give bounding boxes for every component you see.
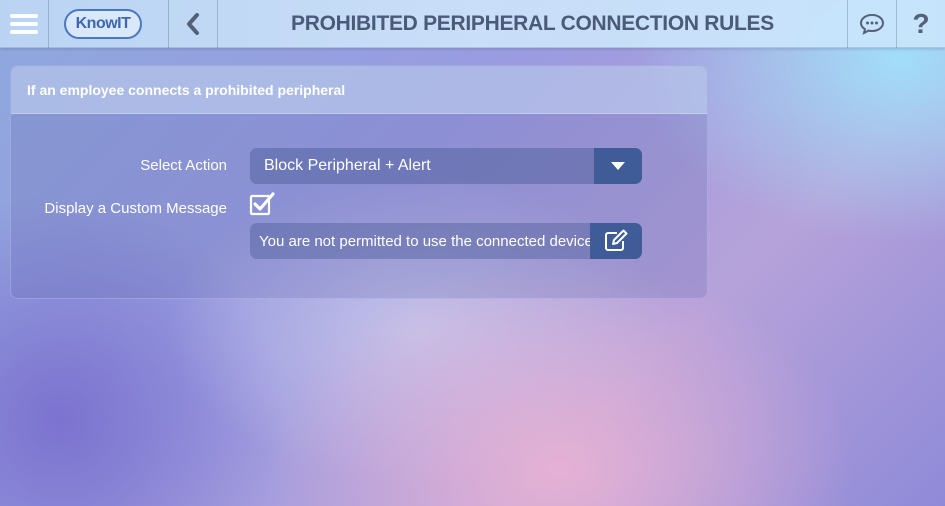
page-title: PROHIBITED PERIPHERAL CONNECTION RULES <box>291 12 774 35</box>
hamburger-menu-icon <box>10 10 38 38</box>
edit-pencil-icon <box>605 229 628 251</box>
logo: KnowIT <box>55 0 151 48</box>
menu-button[interactable] <box>0 0 48 48</box>
chat-button[interactable] <box>848 0 896 48</box>
dropdown-button[interactable] <box>594 148 642 184</box>
rule-panel: If an employee connects a prohibited per… <box>10 65 708 299</box>
custom-message-label: Display a Custom Message <box>44 200 227 217</box>
back-button[interactable] <box>169 0 217 48</box>
help-button[interactable]: ? <box>897 0 945 48</box>
custom-message-text: You are not permitted to use the connect… <box>259 232 590 250</box>
top-bar: KnowIT PROHIBITED PERIPHERAL CONNECTION … <box>0 0 945 48</box>
caret-down-icon <box>611 162 625 170</box>
knowit-logo: KnowIT <box>64 9 142 39</box>
panel-header: If an employee connects a prohibited per… <box>11 66 707 114</box>
action-select[interactable]: Block Peripheral + Alert <box>250 148 642 184</box>
chat-bubble-icon <box>859 13 885 35</box>
checkbox-checked-icon <box>249 192 275 216</box>
question-mark-icon: ? <box>912 8 930 39</box>
chevron-left-icon <box>187 13 199 35</box>
action-select-value: Block Peripheral + Alert <box>264 157 431 174</box>
divider <box>48 0 49 48</box>
custom-message-checkbox[interactable] <box>249 192 277 216</box>
edit-message-button[interactable] <box>590 223 642 259</box>
custom-message-field[interactable]: You are not permitted to use the connect… <box>250 223 642 259</box>
select-action-label: Select Action <box>140 157 227 174</box>
